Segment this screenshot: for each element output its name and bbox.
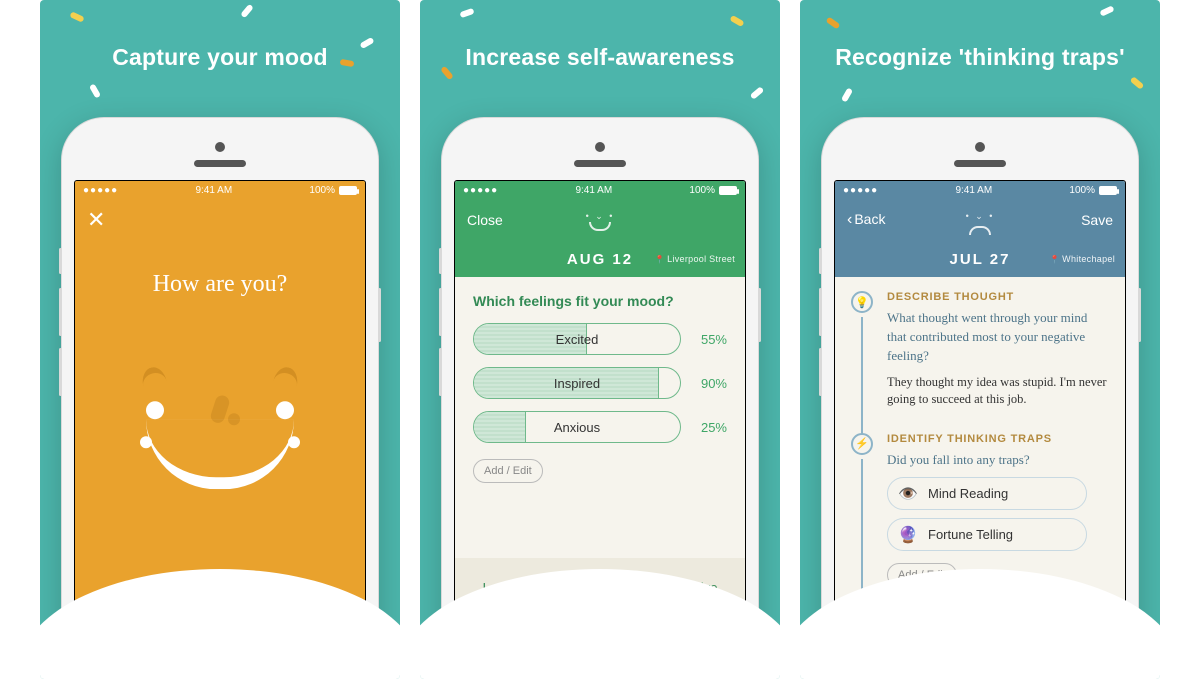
entry-location: Liverpool Street [655, 254, 735, 264]
signal-dots: ●●●●● [463, 185, 498, 196]
slide-title: Recognize 'thinking traps' [800, 44, 1160, 71]
mood-heading: How are you? [75, 271, 365, 298]
entry-location: Whitechapel [1050, 254, 1115, 264]
chevron-left-icon: ‹ [847, 211, 852, 228]
trap-chip[interactable]: 👁️Mind Reading [887, 477, 1087, 510]
slide-self-awareness: Increase self-awareness ●●●●● 9:41 AM 10… [420, 0, 780, 679]
battery-icon [719, 186, 737, 195]
status-bar: ●●●●● 9:41 AM 100% [455, 181, 745, 199]
mood-label: Inspired [474, 368, 680, 399]
entry-date: JUL 27 [950, 251, 1011, 268]
mood-percent: 90% [691, 376, 727, 391]
slide-thinking-traps: Recognize 'thinking traps' ●●●●● 9:41 AM… [800, 0, 1160, 679]
signal-dots: ●●●●● [83, 185, 118, 196]
mood-mini-icon: • ⌄ • [963, 203, 997, 235]
slide-title: Capture your mood [40, 44, 400, 71]
status-time: 9:41 AM [195, 185, 232, 196]
step-answer: They thought my idea was stupid. I'm nev… [887, 374, 1109, 409]
bolt-icon: ⚡ [851, 433, 873, 455]
status-time: 9:41 AM [575, 185, 612, 196]
step-question: Did you fall into any traps? [887, 451, 1109, 470]
trap-chip[interactable]: 🔮Fortune Telling [887, 518, 1087, 551]
step-question: What thought went through your mind that… [887, 309, 1109, 366]
back-button[interactable]: ‹Back [847, 211, 885, 229]
add-edit-button[interactable]: Add / Edit [473, 459, 543, 483]
mood-percent: 55% [691, 332, 727, 347]
entry-date: AUG 12 [567, 251, 633, 268]
battery-icon [339, 186, 357, 195]
slide-title: Increase self-awareness [420, 44, 780, 71]
fortune-telling-icon: 🔮 [898, 525, 918, 545]
signal-dots: ●●●●● [843, 185, 878, 196]
mood-percent: 25% [691, 420, 727, 435]
slide-capture-mood: Capture your mood ●●●●● 9:41 AM 100% ✕ H… [40, 0, 400, 679]
status-bar: ●●●●● 9:41 AM 100% [75, 181, 365, 199]
battery-pct: 100% [309, 185, 335, 196]
step-title: IDENTIFY THINKING TRAPS [887, 433, 1109, 445]
step-title: DESCRIBE THOUGHT [887, 291, 1109, 303]
mood-mini-icon: • ⌄ • [583, 203, 617, 231]
feelings-question: Which feelings fit your mood? [473, 293, 727, 309]
mood-label: Anxious [474, 412, 680, 443]
close-icon[interactable]: ✕ [87, 209, 105, 231]
status-time: 9:41 AM [955, 185, 992, 196]
battery-icon [1099, 186, 1117, 195]
mood-face-icon[interactable] [130, 367, 310, 507]
mind-reading-icon: 👁️ [898, 484, 918, 504]
lightbulb-icon: 💡 [851, 291, 873, 313]
mood-label: Excited [474, 324, 680, 355]
close-button[interactable]: Close [467, 212, 503, 228]
mood-row[interactable]: Anxious 25% [473, 411, 727, 443]
battery-pct: 100% [1069, 185, 1095, 196]
status-bar: ●●●●● 9:41 AM 100% [835, 181, 1125, 199]
mood-row[interactable]: Inspired 90% [473, 367, 727, 399]
save-button[interactable]: Save [1081, 212, 1113, 228]
mood-row[interactable]: Excited 55% [473, 323, 727, 355]
step-describe-thought: 💡 DESCRIBE THOUGHT What thought went thr… [851, 291, 1109, 433]
battery-pct: 100% [689, 185, 715, 196]
